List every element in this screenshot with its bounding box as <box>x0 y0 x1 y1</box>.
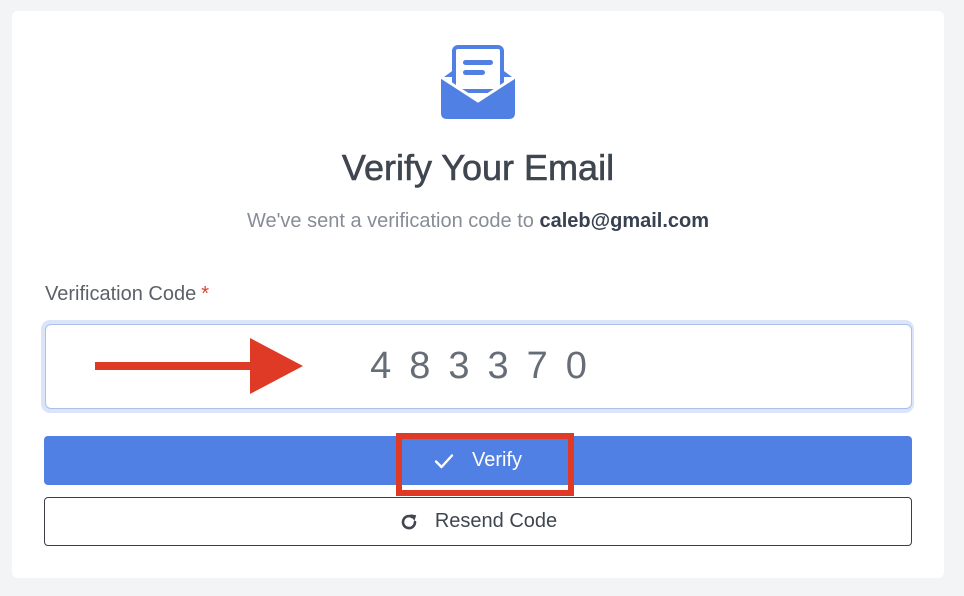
resend-label: Resend Code <box>434 510 558 532</box>
resend-code-button[interactable]: Resend Code <box>44 497 912 546</box>
verify-label: Verify <box>471 449 523 471</box>
check-icon <box>434 453 454 468</box>
page-subtitle: We've sent a verification code to caleb@… <box>12 208 944 234</box>
verification-card: Verify Your Email We've sent a verificat… <box>12 11 944 578</box>
verification-code-label: Verification Code * <box>45 281 209 307</box>
verify-button[interactable]: Verify <box>44 436 912 485</box>
subtitle-text: We've sent a verification code to <box>246 210 540 232</box>
email-address: caleb@gmail.com <box>539 210 710 232</box>
mail-open-icon <box>440 45 516 119</box>
refresh-icon <box>401 513 417 529</box>
label-text: Verification Code <box>45 283 197 305</box>
page-title: Verify Your Email <box>341 147 615 189</box>
red-arrow-annotation <box>95 338 303 394</box>
required-asterisk: * <box>201 283 209 305</box>
